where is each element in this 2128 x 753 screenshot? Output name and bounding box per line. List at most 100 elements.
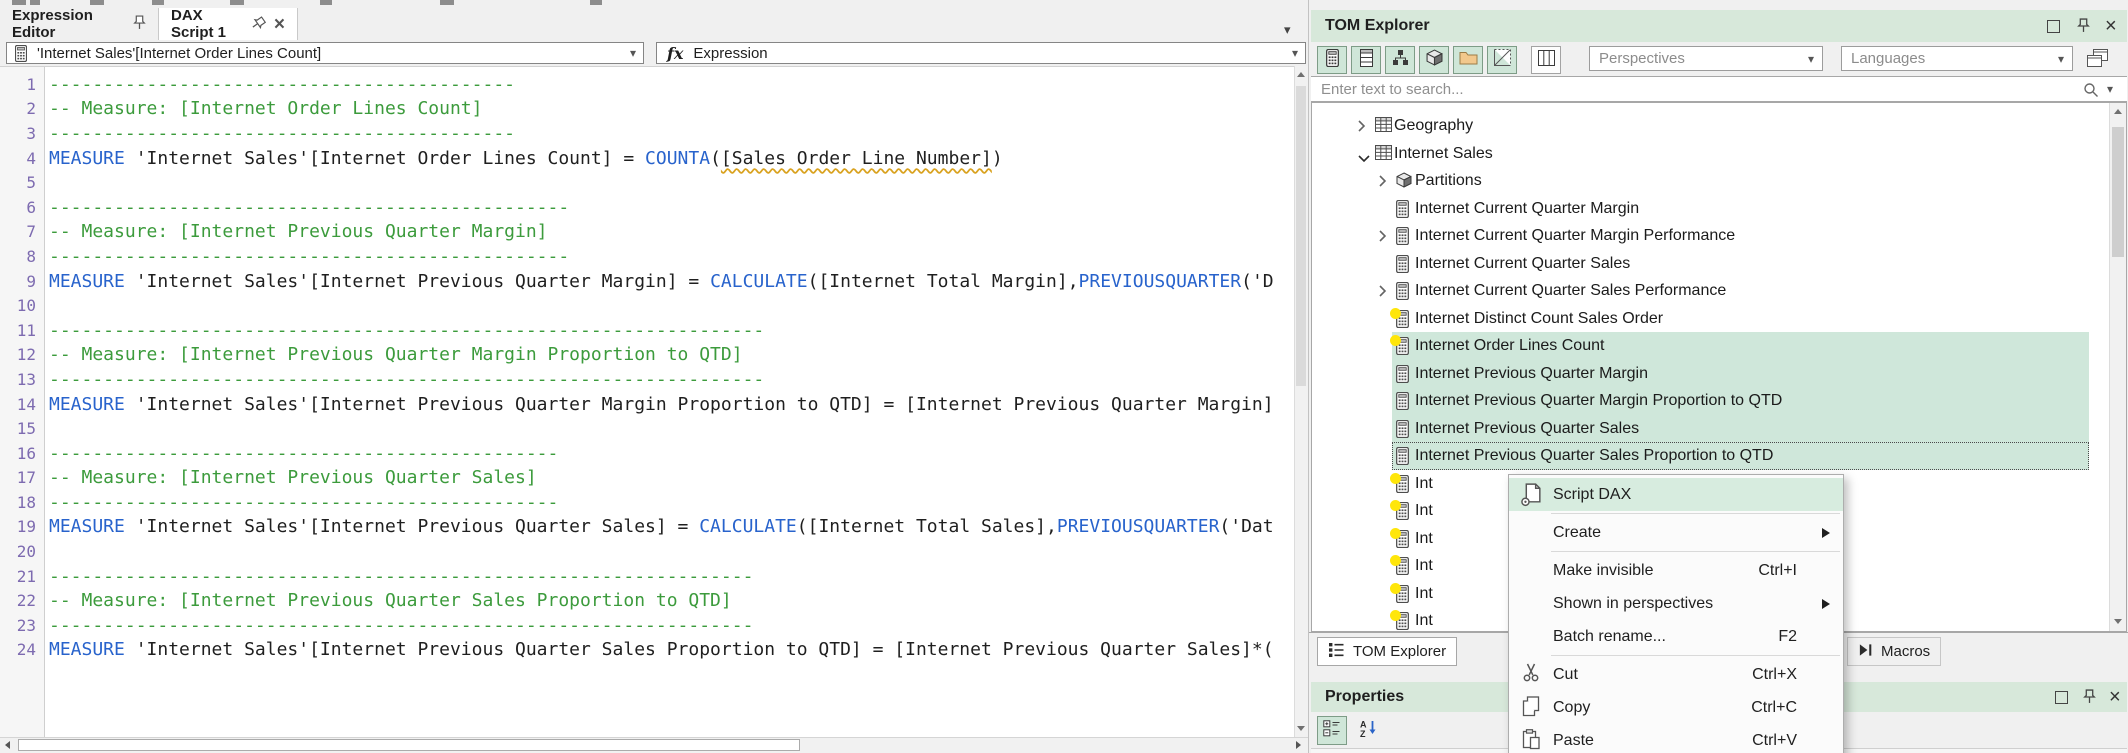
menu-item-label: Shown in perspectives [1553, 594, 1714, 612]
toggle-columns-list-button[interactable] [1351, 46, 1381, 74]
chevron-down-icon: ▾ [629, 46, 636, 60]
code-line[interactable]: 7 -- Measure: [Internet Previous Quarter … [0, 220, 1294, 245]
code-line[interactable]: 4 MEASURE 'Internet Sales'[Internet Order… [0, 146, 1294, 171]
maximize-icon[interactable] [2047, 20, 2060, 38]
close-icon[interactable]: × [2105, 16, 2117, 36]
cube-icon [1426, 49, 1443, 71]
code-line[interactable]: 1 ---------------------------------------… [0, 72, 1294, 97]
chevron-down-icon[interactable]: ▾ [2107, 82, 2113, 96]
line-number: 1 [26, 74, 36, 94]
measure-selector[interactable]: 'Internet Sales'[Internet Order Lines Co… [6, 42, 644, 64]
code-line[interactable]: 14 MEASURE 'Internet Sales'[Internet Prev… [0, 392, 1294, 417]
chevron-right-icon[interactable] [1378, 284, 1387, 303]
tree-row[interactable]: Internet Previous Quarter Sales Proporti… [1312, 442, 2109, 470]
toggle-partitions-button[interactable] [1419, 46, 1449, 74]
code-line[interactable]: 6 ---------------------------------------… [0, 195, 1294, 220]
line-number: 9 [26, 271, 36, 291]
scroll-left-icon[interactable] [5, 741, 10, 749]
code-line[interactable]: 21 --------------------------------------… [0, 564, 1294, 589]
menu-item-cut[interactable]: Cut Ctrl+X [1509, 658, 1843, 691]
code-line[interactable]: 5 [0, 170, 1294, 195]
code-line[interactable]: 12 -- Measure: [Internet Previous Quarter… [0, 343, 1294, 368]
tree-row[interactable]: Internet Sales [1312, 140, 2109, 168]
dax-code-editor[interactable]: 1 ---------------------------------------… [0, 66, 1294, 738]
tree-row[interactable]: Internet Previous Quarter Margin [1312, 359, 2109, 387]
code-line[interactable]: 24 MEASURE 'Internet Sales'[Internet Prev… [0, 638, 1294, 663]
chevron-down-icon[interactable] [1357, 150, 1371, 168]
tree-row[interactable]: Internet Distinct Count Sales Order [1312, 305, 2109, 333]
tree-row[interactable]: Internet Current Quarter Sales [1312, 250, 2109, 278]
tab-expression-editor[interactable]: Expression Editor [0, 7, 158, 41]
layered-windows-icon[interactable] [2087, 49, 2108, 73]
code-line[interactable]: 15 [0, 416, 1294, 441]
expression-selector[interactable]: fx Expression ▾ [656, 42, 1306, 64]
scroll-down-icon[interactable] [1297, 726, 1305, 731]
chevron-right-icon[interactable] [1378, 174, 1387, 193]
toggle-display-folders-button[interactable] [1453, 46, 1483, 74]
editor-horizontal-scrollbar-thumb[interactable] [18, 739, 800, 751]
pin-icon[interactable] [2083, 689, 2096, 709]
code-line[interactable]: 11 --------------------------------------… [0, 318, 1294, 343]
code-line[interactable]: 18 --------------------------------------… [0, 490, 1294, 515]
menu-item-shown-in-perspectives[interactable]: Shown in perspectives [1509, 587, 1843, 620]
editor-vertical-scrollbar-thumb[interactable] [1296, 86, 1306, 386]
perspectives-select[interactable]: Perspectives ▾ [1589, 46, 1823, 71]
search-input[interactable]: Enter text to search... ▾ [1311, 76, 2127, 102]
code-line[interactable]: 23 --------------------------------------… [0, 613, 1294, 638]
toggle-hierarchies-button[interactable] [1385, 46, 1415, 74]
code-line[interactable]: 2 -- Measure: [Internet Order Lines Count… [0, 97, 1294, 122]
code-line[interactable]: 10 [0, 293, 1294, 318]
chevron-right-icon[interactable] [1357, 119, 1366, 138]
tree-row[interactable]: Internet Current Quarter Margin Performa… [1312, 222, 2109, 250]
tree-scrollbar-thumb[interactable] [2112, 127, 2124, 257]
scroll-up-icon[interactable] [2114, 109, 2122, 114]
search-icon[interactable] [2083, 82, 2099, 103]
pin-icon[interactable] [245, 13, 268, 35]
tree-row[interactable]: Internet Current Quarter Margin [1312, 195, 2109, 223]
menu-item-make-invisible[interactable]: Make invisible Ctrl+I [1509, 554, 1843, 587]
code-line[interactable]: 17 -- Measure: [Internet Previous Quarter… [0, 466, 1294, 491]
categorized-view-button[interactable] [1317, 716, 1347, 745]
tree-row[interactable]: Internet Order Lines Count [1312, 332, 2109, 360]
code-line[interactable]: 13 --------------------------------------… [0, 367, 1294, 392]
code-line[interactable]: 22 -- Measure: [Internet Previous Quarter… [0, 588, 1294, 613]
close-icon[interactable]: × [274, 15, 285, 34]
tree-row[interactable]: Internet Current Quarter Sales Performan… [1312, 277, 2109, 305]
menu-item-paste[interactable]: Paste Ctrl+V [1509, 724, 1843, 753]
tab-tom-explorer[interactable]: TOM Explorer [1317, 637, 1458, 666]
menu-item-batch-rename[interactable]: Batch rename... F2 [1509, 620, 1843, 653]
tree-row[interactable]: Internet Previous Quarter Margin Proport… [1312, 387, 2109, 415]
code-line[interactable]: 19 MEASURE 'Internet Sales'[Internet Prev… [0, 515, 1294, 540]
chevron-down-icon[interactable]: ▾ [1284, 22, 1291, 38]
scroll-up-icon[interactable] [1297, 72, 1305, 77]
menu-item-copy[interactable]: Copy Ctrl+C [1509, 691, 1843, 724]
maximize-icon[interactable] [2055, 691, 2068, 709]
code-line[interactable]: 9 MEASURE 'Internet Sales'[Internet Previ… [0, 269, 1294, 294]
tab-dax-script-1[interactable]: DAX Script 1 × [158, 7, 298, 41]
code-line[interactable]: 20 [0, 539, 1294, 564]
code-line[interactable]: 3 ---------------------------------------… [0, 121, 1294, 146]
tree-row-label: Int [1415, 474, 1433, 492]
close-icon[interactable]: × [2109, 687, 2121, 707]
languages-select[interactable]: Languages ▾ [1841, 46, 2073, 71]
menu-item-shortcut: F2 [1778, 627, 1797, 645]
tree-row[interactable]: Internet Previous Quarter Sales [1312, 414, 2109, 442]
code-line[interactable]: 16 --------------------------------------… [0, 441, 1294, 466]
scroll-right-icon[interactable] [1296, 741, 1301, 749]
code-text: ----------------------------------------… [49, 122, 515, 144]
toggle-measures-button[interactable] [1317, 46, 1347, 74]
chevron-right-icon[interactable] [1378, 229, 1387, 248]
measure-icon [1396, 226, 1409, 250]
scroll-down-icon[interactable] [2114, 619, 2122, 624]
tab-macros[interactable]: Macros [1847, 637, 1942, 666]
menu-item-create[interactable]: Create [1509, 516, 1843, 549]
tree-row[interactable]: Partitions [1312, 167, 2109, 195]
menu-item-script-dax[interactable]: Script DAX [1509, 478, 1843, 511]
code-line[interactable]: 8 ---------------------------------------… [0, 244, 1294, 269]
pin-icon[interactable] [2077, 18, 2090, 38]
pin-icon[interactable] [133, 14, 146, 34]
toggle-column-view-button[interactable] [1531, 46, 1561, 74]
toggle-hidden-objects-button[interactable] [1487, 46, 1517, 74]
tree-row[interactable]: Geography [1312, 112, 2109, 140]
alphabetical-sort-button[interactable]: AZ [1353, 716, 1383, 745]
